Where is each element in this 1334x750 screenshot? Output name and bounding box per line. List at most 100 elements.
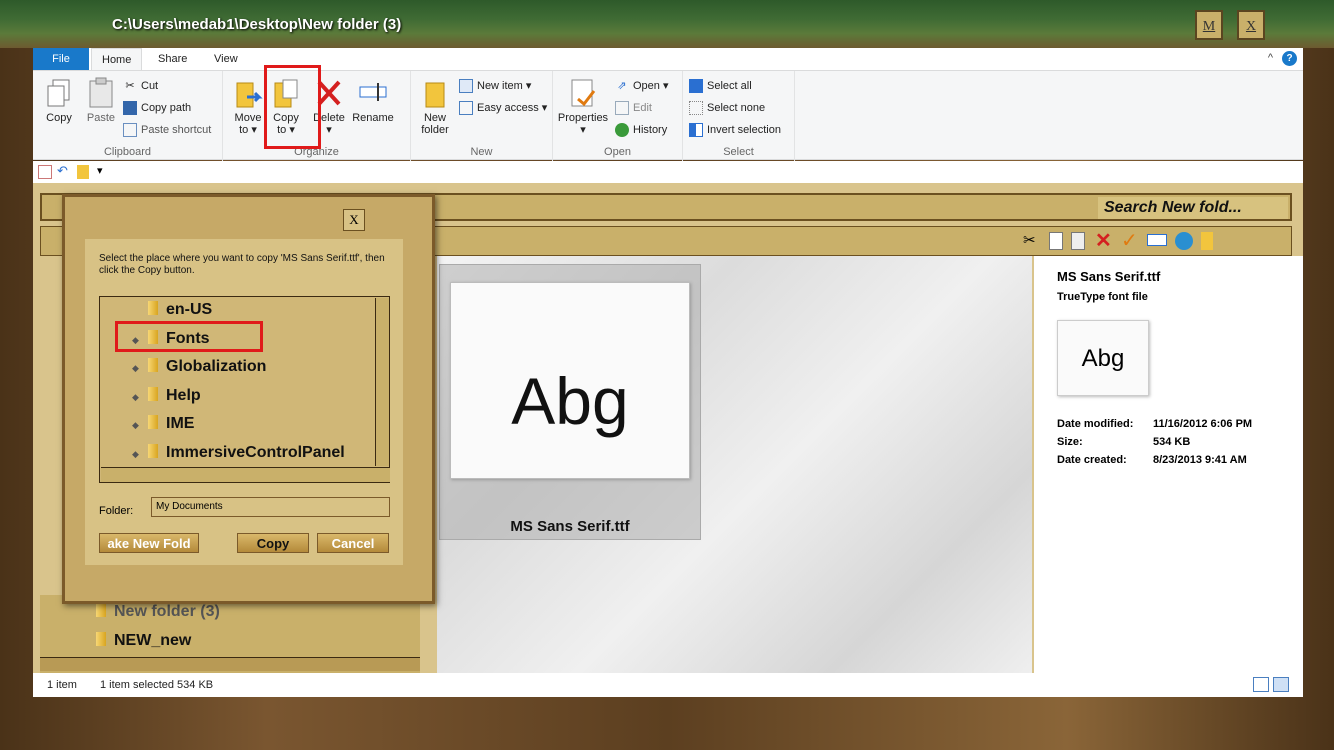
- customize-qat-icon[interactable]: ▾: [97, 164, 103, 177]
- copy-button[interactable]: Copy: [41, 77, 77, 124]
- cut-button[interactable]: ✂ Cut: [123, 77, 158, 95]
- open-button[interactable]: ⇗ Open ▾: [615, 77, 668, 95]
- folder-field[interactable]: My Documents: [151, 497, 390, 517]
- paste-tool-icon[interactable]: [1071, 232, 1085, 250]
- new-item-button[interactable]: New item ▾: [459, 77, 531, 95]
- copy-tool-icon[interactable]: [1049, 232, 1063, 250]
- tree-item-help[interactable]: Help: [148, 387, 201, 405]
- select-all-label: Select all: [707, 80, 752, 92]
- folder-tool-icon[interactable]: [1201, 232, 1213, 250]
- clipboard-group-label: Clipboard: [103, 146, 152, 158]
- tree-item-globalization[interactable]: Globalization: [148, 358, 266, 376]
- select-none-button[interactable]: Select none: [689, 99, 765, 117]
- rename-icon: [358, 77, 388, 109]
- date-created-value: 8/23/2013 9:41 AM: [1153, 454, 1247, 466]
- nav-horizontal-scrollbar[interactable]: [40, 657, 420, 671]
- tree-horizontal-scrollbar[interactable]: [101, 467, 390, 482]
- make-new-folder-button[interactable]: ake New Fold: [99, 533, 199, 553]
- properties-qat-icon[interactable]: [38, 165, 52, 179]
- highlight-fonts: [115, 321, 263, 352]
- search-box[interactable]: Search New fold...: [1098, 197, 1288, 219]
- close-button[interactable]: X: [1237, 10, 1265, 40]
- help-icon[interactable]: ?: [1282, 51, 1297, 66]
- dialog-cancel-button[interactable]: Cancel: [317, 533, 389, 553]
- invert-selection-button[interactable]: Invert selection: [689, 121, 781, 139]
- details-date-modified: Date modified: 11/16/2012 6:06 PM: [1057, 418, 1252, 430]
- dialog-close-button[interactable]: X: [343, 209, 365, 231]
- details-pane: MS Sans Serif.ttf TrueType font file Abg…: [1034, 256, 1303, 673]
- size-label: Size:: [1057, 436, 1083, 448]
- new-folder-qat-icon[interactable]: [77, 165, 89, 179]
- details-view-icon[interactable]: [1253, 677, 1269, 692]
- status-selection: 1 item selected 534 KB: [100, 679, 214, 691]
- folder-icon: [148, 358, 158, 372]
- tree-item-ime[interactable]: IME: [148, 415, 194, 433]
- folder-icon: [96, 603, 106, 617]
- title-bar: C:\Users\medab1\Desktop\New folder (3) M…: [0, 0, 1334, 48]
- paste-icon: [86, 77, 116, 109]
- cut-tool-icon[interactable]: ✂: [1023, 231, 1036, 249]
- date-created-label: Date created:: [1057, 454, 1127, 466]
- easy-access-button[interactable]: Easy access ▾: [459, 99, 547, 117]
- expand-icon[interactable]: ◆: [132, 449, 139, 460]
- tree-item-label: ImmersiveControlPanel: [166, 444, 345, 461]
- nav-item-label: New folder (3): [114, 603, 220, 620]
- history-icon: [615, 123, 629, 138]
- status-bar: 1 item 1 item selected 534 KB: [33, 673, 1303, 697]
- details-font-icon: Abg: [1057, 320, 1149, 396]
- rename-tool-icon[interactable]: [1147, 234, 1167, 246]
- rename-label: Rename: [352, 112, 394, 124]
- date-modified-label: Date modified:: [1057, 418, 1134, 430]
- expand-icon[interactable]: ◆: [132, 392, 139, 403]
- dialog-body: Select the place where you want to copy …: [85, 239, 403, 565]
- tree-vertical-scrollbar[interactable]: [375, 298, 389, 466]
- tab-share[interactable]: Share: [148, 48, 197, 70]
- move-to-button[interactable]: Move to ▾: [231, 77, 265, 136]
- copy-items-dialog: X Select the place where you want to cop…: [62, 194, 435, 604]
- select-all-button[interactable]: Select all: [689, 77, 752, 95]
- nav-item-label: NEW_new: [114, 632, 192, 649]
- paste-shortcut-label: Paste shortcut: [141, 124, 212, 136]
- undo-icon[interactable]: ↶: [57, 163, 68, 179]
- properties-label: Properties: [557, 112, 609, 124]
- copy-path-icon: [123, 101, 137, 116]
- rename-button[interactable]: Rename: [351, 77, 395, 124]
- move-to-label: Move to: [234, 112, 262, 136]
- nav-item-new-folder-3[interactable]: New folder (3): [96, 603, 220, 621]
- folder-icon: [96, 632, 106, 646]
- nav-item-new-new[interactable]: NEW_new: [96, 632, 191, 650]
- history-label: History: [633, 124, 668, 136]
- collapse-ribbon-icon[interactable]: ^: [1268, 52, 1273, 64]
- tree-item-label: en-US: [166, 301, 213, 318]
- new-folder-button[interactable]: New folder: [417, 77, 453, 136]
- folder-icon: [148, 444, 158, 458]
- details-date-created: Date created: 8/23/2013 9:41 AM: [1057, 454, 1247, 466]
- tab-file[interactable]: File: [33, 48, 89, 70]
- date-modified-value: 11/16/2012 6:06 PM: [1153, 418, 1253, 430]
- tab-view[interactable]: View: [204, 48, 248, 70]
- delete-tool-icon[interactable]: ✕: [1095, 228, 1112, 253]
- minimize-button[interactable]: M: [1195, 10, 1223, 40]
- properties-tool-icon[interactable]: ✓: [1121, 228, 1138, 253]
- paste-label: Paste: [86, 112, 116, 124]
- new-item-icon: [459, 79, 473, 94]
- tree-item-en-us[interactable]: en-US: [148, 301, 212, 319]
- new-folder-label: New folder: [421, 112, 449, 136]
- paste-button[interactable]: Paste: [83, 77, 119, 124]
- expand-icon[interactable]: ◆: [132, 420, 139, 431]
- navigation-pane: New folder (3) NEW_new: [40, 595, 420, 673]
- copy-path-button[interactable]: Copy path: [123, 99, 191, 117]
- edit-button[interactable]: Edit: [615, 99, 652, 117]
- history-button[interactable]: History: [615, 121, 667, 139]
- globe-tool-icon[interactable]: [1175, 232, 1193, 250]
- scissors-icon: ✂: [125, 80, 135, 93]
- tree-item-immersivecontrolpanel[interactable]: ImmersiveControlPanel: [148, 444, 345, 462]
- dialog-copy-button[interactable]: Copy: [237, 533, 309, 553]
- font-preview-glyph: Abg: [511, 364, 629, 438]
- expand-icon[interactable]: ◆: [132, 363, 139, 374]
- properties-button[interactable]: Properties ▾: [557, 77, 609, 136]
- tab-home[interactable]: Home: [91, 48, 143, 70]
- large-icons-view-icon[interactable]: [1273, 677, 1289, 692]
- paste-shortcut-button[interactable]: Paste shortcut: [123, 121, 211, 139]
- select-none-icon: [689, 101, 703, 116]
